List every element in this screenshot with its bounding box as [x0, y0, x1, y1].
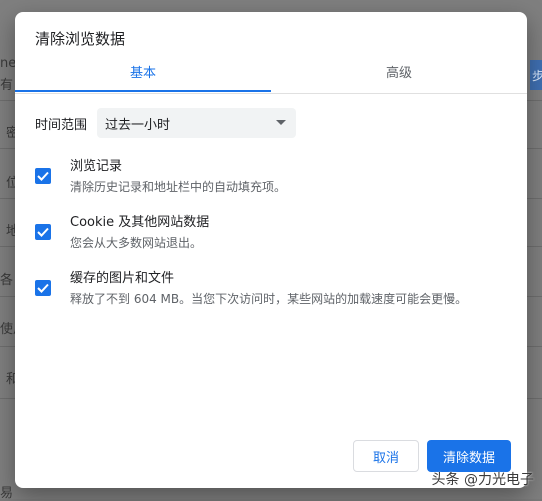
active-tab-indicator: [15, 90, 271, 92]
cookies-checkbox[interactable]: [35, 224, 51, 240]
tabs-divider: [15, 93, 527, 94]
background-text: 有: [0, 78, 14, 93]
tab-basic[interactable]: 基本: [15, 60, 271, 93]
background-button-label: 步: [532, 68, 542, 83]
background-button: 步: [530, 60, 542, 90]
tab-bar: 基本 高级: [15, 60, 527, 93]
option-cached-files: 缓存的图片和文件 释放了不到 604 MB。当您下次访问时，某些网站的加载速度可…: [35, 270, 467, 308]
checkmark-icon: [37, 227, 49, 237]
time-range-value: 过去一小时: [105, 117, 171, 133]
time-range-row: 时间范围 过去一小时: [35, 108, 297, 138]
background-text: 各: [0, 273, 14, 288]
option-title: 浏览记录: [70, 159, 123, 174]
option-browsing-history: 浏览记录 清除历史记录和地址栏中的自动填充项。: [35, 158, 286, 196]
cancel-button[interactable]: 取消: [353, 440, 419, 472]
checkmark-icon: [37, 283, 49, 293]
dialog-title: 清除浏览数据: [35, 30, 126, 48]
option-title: Cookie 及其他网站数据: [70, 215, 210, 230]
background-text: 易: [0, 486, 14, 501]
time-range-select[interactable]: 过去一小时: [97, 108, 297, 138]
tab-advanced[interactable]: 高级: [271, 60, 527, 93]
time-range-label: 时间范围: [35, 117, 88, 133]
background-text: ne: [0, 56, 17, 71]
option-description: 释放了不到 604 MB。当您下次访问时，某些网站的加载速度可能会更慢。: [70, 292, 468, 306]
cached-files-checkbox[interactable]: [35, 280, 51, 296]
checkmark-icon: [37, 171, 49, 181]
option-title: 缓存的图片和文件: [70, 271, 175, 286]
browsing-history-checkbox[interactable]: [35, 168, 51, 184]
watermark: 头条 @力光电子: [431, 472, 534, 488]
dropdown-arrow-icon: [276, 120, 287, 125]
clear-browsing-data-dialog: 清除浏览数据 基本 高级 时间范围 过去一小时 浏览记录 清除历史记录和地址栏中…: [15, 12, 527, 488]
option-description: 清除历史记录和地址栏中的自动填充项。: [70, 180, 287, 194]
option-description: 您会从大多数网站退出。: [70, 236, 203, 250]
option-cookies: Cookie 及其他网站数据 您会从大多数网站退出。: [35, 214, 209, 252]
clear-data-button[interactable]: 清除数据: [427, 440, 511, 472]
